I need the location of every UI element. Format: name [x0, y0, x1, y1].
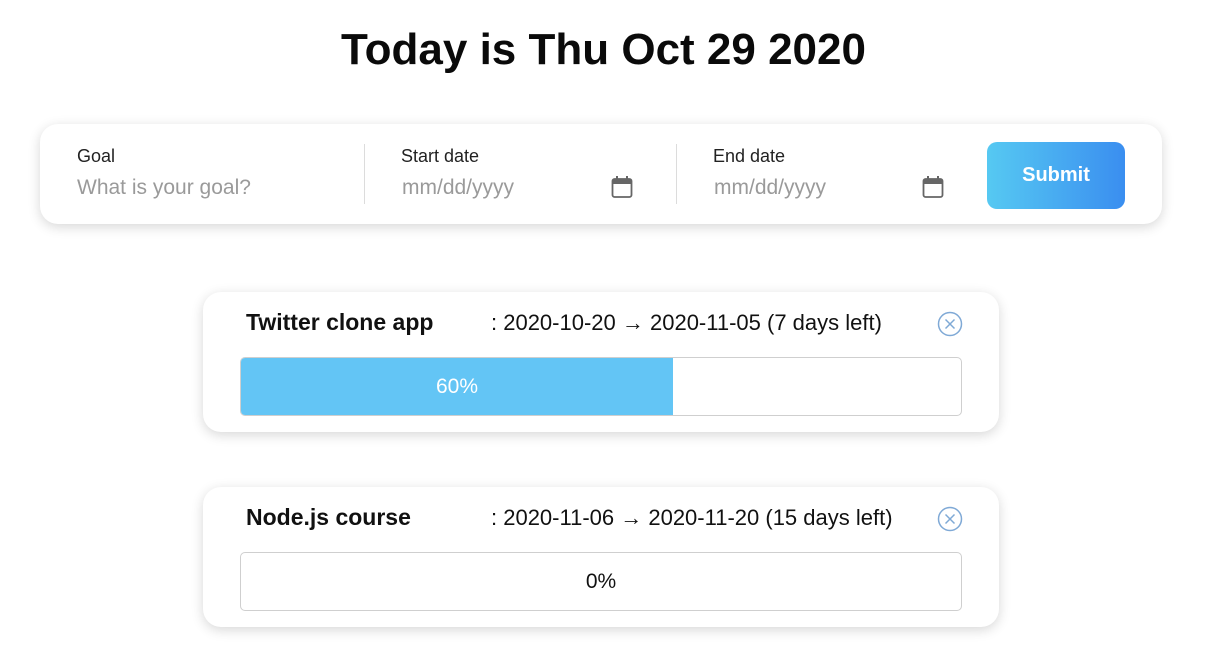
calendar-icon[interactable]	[922, 175, 944, 199]
start-date-input[interactable]: mm/dd/yyyy	[402, 176, 514, 200]
goal-field[interactable]: Goal What is your goal?	[40, 124, 364, 224]
goal-name: Node.js course	[246, 504, 411, 530]
end-date-label: End date	[713, 146, 786, 166]
page: Today is Thu Oct 29 2020 Goal What is yo…	[0, 0, 1207, 671]
page-title: Today is Thu Oct 29 2020	[341, 25, 866, 74]
circle-x-icon[interactable]	[937, 311, 963, 337]
start-date-label: Start date	[401, 146, 480, 166]
goal-card: Twitter clone app : 2020-10-20 → 2020-11…	[203, 292, 999, 432]
end-date-field[interactable]: End date mm/dd/yyyy	[677, 124, 977, 224]
goal-name: Twitter clone app	[246, 309, 434, 335]
end-date-input[interactable]: mm/dd/yyyy	[714, 176, 826, 200]
goal-field-label: Goal	[77, 146, 116, 166]
start-date-field[interactable]: Start date mm/dd/yyyy	[365, 124, 675, 224]
progress-label: 60%	[435, 375, 479, 398]
goal-dates: : 2020-10-20 → 2020-11-05 (7 days left)	[491, 310, 882, 335]
progress-bar: 0%	[240, 552, 962, 611]
progress-bar: 60%	[240, 357, 962, 416]
goal-card: Node.js course : 2020-11-06 → 2020-11-20…	[203, 487, 999, 627]
goal-form: Goal What is your goal? Start date mm/dd…	[40, 124, 1162, 224]
submit-button[interactable]: Submit	[987, 142, 1125, 209]
progress-label: 0%	[585, 570, 617, 593]
circle-x-icon[interactable]	[937, 506, 963, 532]
calendar-icon[interactable]	[611, 175, 633, 199]
goal-dates: : 2020-11-06 → 2020-11-20 (15 days left)	[491, 505, 893, 530]
goal-input[interactable]: What is your goal?	[77, 176, 251, 200]
